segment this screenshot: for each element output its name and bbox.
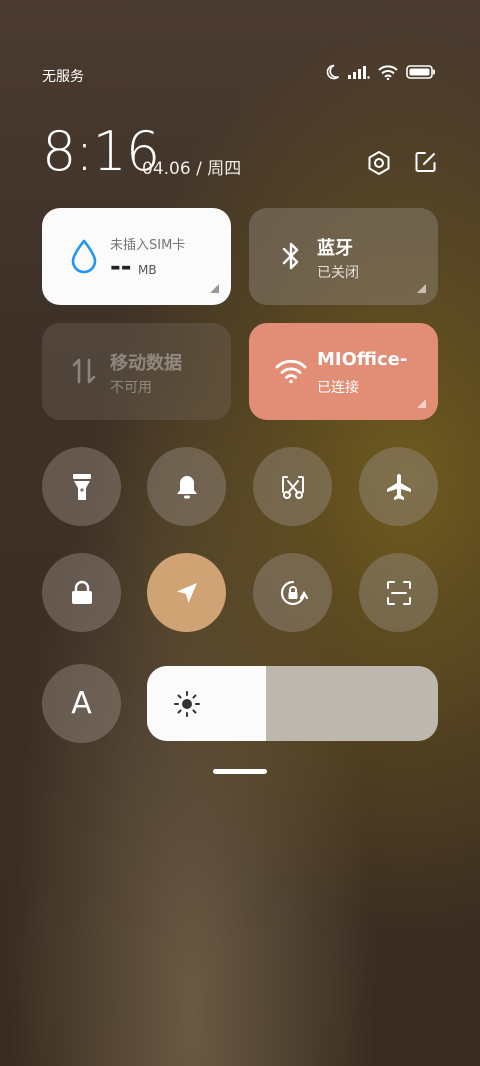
clock-row: 8:16 04.06 / 周四 (42, 122, 438, 182)
auto-brightness-toggle[interactable]: A (42, 664, 121, 743)
data-usage-value: -- (110, 252, 132, 282)
ring-toggle[interactable] (147, 447, 226, 526)
header-actions (366, 150, 438, 176)
mobile-data-status: 不可用 (110, 380, 152, 396)
data-usage-tile[interactable]: 未插入SIM卡 -- MB (42, 208, 231, 305)
wifi-status: 已连接 (317, 380, 359, 396)
bluetooth-tile[interactable]: 蓝牙 已关闭 (249, 208, 438, 305)
airplane-toggle[interactable] (359, 447, 438, 526)
screenshot-toggle[interactable] (253, 447, 332, 526)
settings-icon[interactable] (366, 150, 392, 176)
wifi-icon (273, 353, 309, 389)
status-bar: 无服务 (42, 64, 436, 88)
wifi-icon (378, 64, 398, 80)
letter-a-icon: A (71, 686, 92, 721)
brightness-slider[interactable] (147, 666, 438, 741)
data-tile-title: 未插入SIM卡 (110, 238, 186, 253)
expand-corner-icon[interactable] (417, 399, 426, 408)
status-icons (324, 64, 436, 80)
carrier-label: 无服务 (42, 69, 84, 85)
expand-corner-icon[interactable] (210, 284, 219, 293)
data-usage-unit: MB (138, 263, 157, 277)
bluetooth-status: 已关闭 (317, 265, 359, 281)
lock-icon (71, 580, 92, 604)
airplane-icon (386, 473, 411, 500)
wifi-network-name: MIOffice- (317, 349, 408, 370)
bluetooth-title: 蓝牙 (317, 238, 353, 259)
scissors-icon (281, 475, 304, 499)
lock-toggle[interactable] (42, 553, 121, 632)
wifi-tile[interactable]: MIOffice- 已连接 (249, 323, 438, 420)
water-drop-icon (66, 238, 102, 274)
mobile-data-tile[interactable]: 移动数据 不可用 (42, 323, 231, 420)
bluetooth-icon (273, 238, 309, 274)
moon-icon (326, 64, 340, 80)
brightness-fill (147, 666, 267, 741)
drag-handle[interactable] (213, 769, 267, 774)
sun-icon (174, 691, 200, 717)
location-arrow-icon (176, 582, 197, 603)
rotation-lock-icon (280, 580, 308, 605)
location-toggle[interactable] (147, 553, 226, 632)
battery-icon (406, 65, 435, 79)
flashlight-toggle[interactable] (42, 447, 121, 526)
edit-icon[interactable] (414, 150, 438, 174)
scan-icon (386, 580, 411, 605)
data-arrows-icon (66, 353, 102, 389)
signal-icon (348, 66, 370, 79)
bell-icon (176, 475, 197, 498)
mobile-data-title: 移动数据 (110, 353, 182, 374)
clock-date: 04.06 / 周四 (142, 159, 242, 179)
rotation-lock-toggle[interactable] (253, 553, 332, 632)
expand-corner-icon[interactable] (417, 284, 426, 293)
scanner-toggle[interactable] (359, 553, 438, 632)
flashlight-icon (72, 473, 91, 500)
